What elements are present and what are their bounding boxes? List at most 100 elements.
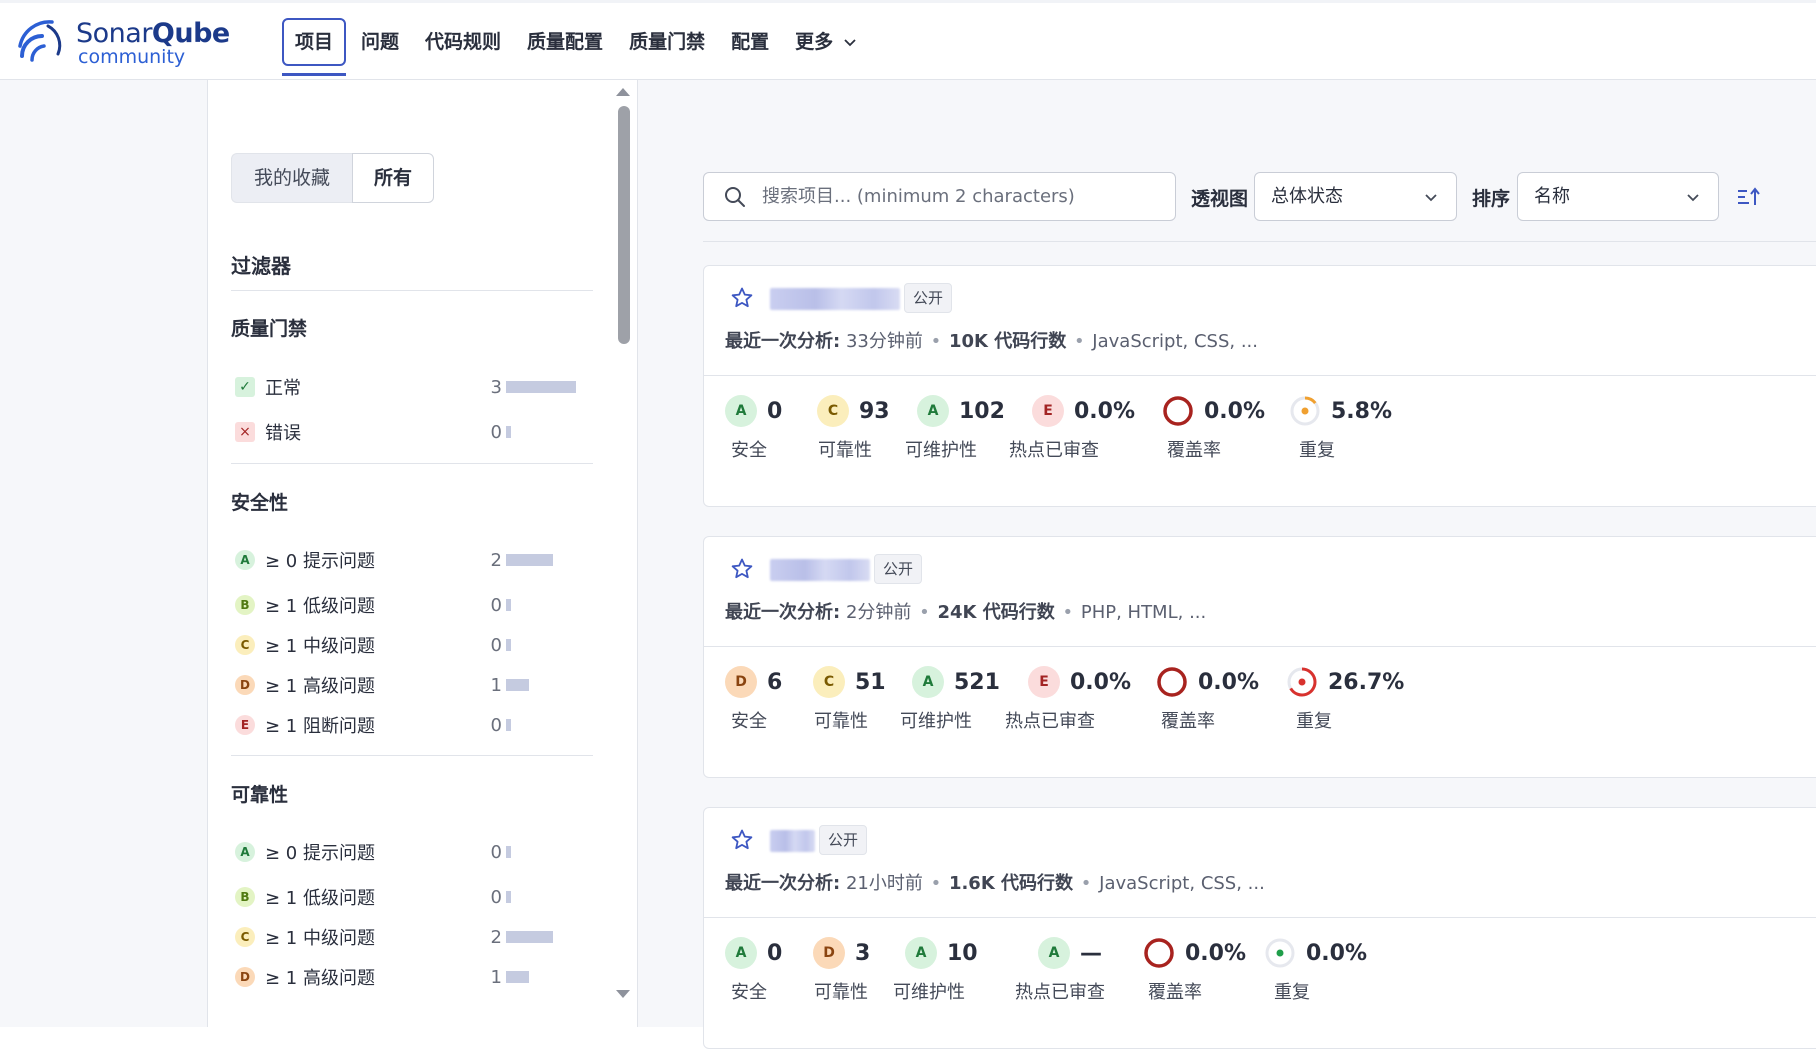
filter-count-bar	[506, 891, 511, 903]
scrollbar-thumb[interactable]	[618, 106, 630, 344]
languages: PHP, HTML, ...	[1080, 602, 1207, 623]
star-icon[interactable]	[730, 286, 754, 310]
security-rating-badge: A	[725, 395, 757, 427]
filter-security-a[interactable]: A ≥ 0 提示问题 2	[235, 546, 595, 574]
nav-issues[interactable]: 问题	[348, 18, 412, 66]
star-icon[interactable]	[730, 557, 754, 581]
filter-count-bar	[506, 554, 553, 566]
nav-quality-profiles[interactable]: 质量配置	[514, 18, 616, 66]
filter-reliability-b[interactable]: B ≥ 1 低级问题 0	[235, 883, 595, 911]
sort-select[interactable]: 名称	[1517, 172, 1719, 221]
rating-badge: C	[235, 927, 255, 947]
filter-reliability-a[interactable]: A ≥ 0 提示问题 0	[235, 838, 595, 866]
check-icon: ✓	[235, 377, 255, 397]
sort-direction-icon[interactable]	[1736, 186, 1762, 208]
hotspots-rating-badge: E	[1028, 666, 1060, 698]
hotspots-rating-badge: E	[1032, 395, 1064, 427]
search-input[interactable]	[762, 173, 1162, 220]
project-name-redacted[interactable]	[770, 559, 870, 581]
maintainability-value: 521	[954, 669, 1000, 695]
hotspots-label: 热点已审查	[1015, 982, 1105, 1003]
reliability-rating-badge: D	[813, 937, 845, 969]
duplication-ring-icon	[1290, 396, 1320, 426]
separator-dot: •	[930, 331, 942, 352]
filter-count: 3	[490, 376, 502, 398]
nav-quality-gates[interactable]: 质量门禁	[616, 18, 718, 66]
left-gutter	[0, 80, 208, 1027]
hotspots-value: —	[1080, 940, 1102, 966]
filter-label: ≥ 1 阻断问题	[265, 716, 375, 737]
hotspots-value: 0.0%	[1074, 398, 1136, 424]
card-divider	[704, 917, 1816, 918]
rating-badge: A	[235, 550, 255, 570]
filter-label: ≥ 1 中级问题	[265, 928, 375, 949]
rating-badge: D	[235, 967, 255, 987]
duplication-value: 5.8%	[1331, 398, 1393, 424]
all-toggle-button[interactable]: 所有	[352, 153, 434, 203]
languages: JavaScript, CSS, ...	[1092, 331, 1258, 352]
sort-label: 排序	[1472, 188, 1511, 210]
maintainability-rating-badge: A	[905, 937, 937, 969]
chevron-down-icon	[1425, 194, 1437, 202]
filter-reliability-d[interactable]: D ≥ 1 高级问题 1	[235, 963, 595, 991]
rating-badge: E	[235, 715, 255, 735]
visibility-badge: 公开	[874, 554, 923, 584]
perspective-select[interactable]: 总体状态	[1254, 172, 1457, 221]
hotspots-value: 0.0%	[1070, 669, 1132, 695]
coverage-ring-icon	[1144, 938, 1174, 968]
filter-count-bar	[506, 931, 553, 943]
maintainability-value: 10	[947, 940, 978, 966]
project-name-redacted[interactable]	[770, 288, 900, 310]
filter-security-e[interactable]: E ≥ 1 阻断问题 0	[235, 711, 595, 739]
quality-gate-filter-title: 质量门禁	[231, 318, 308, 340]
visibility-badge: 公开	[819, 825, 868, 855]
brand-edition: community	[78, 46, 186, 68]
brand-name-part2: Qube	[151, 18, 230, 49]
chevron-down-icon	[1687, 194, 1699, 202]
filter-count-bar	[506, 846, 511, 858]
nav-rules[interactable]: 代码规则	[412, 18, 514, 66]
filter-label: ≥ 1 低级问题	[265, 888, 375, 909]
project-name-redacted[interactable]	[770, 830, 815, 852]
analysis-time: 2分钟前	[845, 602, 912, 623]
project-analysis-meta: 最近一次分析: 33分钟前 • 10K 代码行数 • JavaScript, C…	[725, 327, 1258, 353]
security-rating-badge: D	[725, 666, 757, 698]
filter-security-d[interactable]: D ≥ 1 高级问题 1	[235, 671, 595, 699]
maintainability-label: 可维护性	[900, 711, 972, 732]
sonarqube-logo[interactable]: SonarQube community	[18, 16, 248, 68]
filter-count: 1	[490, 966, 502, 988]
filter-count-bar	[506, 679, 529, 691]
hotspots-label: 热点已审查	[1009, 440, 1099, 461]
filter-label: 错误	[265, 423, 301, 444]
filter-label: ≥ 1 高级问题	[265, 968, 375, 989]
star-icon[interactable]	[730, 828, 754, 852]
reliability-value: 93	[859, 398, 890, 424]
filter-label: ≥ 1 低级问题	[265, 596, 375, 617]
languages: JavaScript, CSS, ...	[1099, 873, 1265, 894]
favorites-toggle-button[interactable]: 我的收藏	[231, 153, 352, 203]
filter-security-b[interactable]: B ≥ 1 低级问题 0	[235, 591, 595, 619]
filter-count-bar	[506, 599, 511, 611]
filter-quality-gate-passed[interactable]: ✓ 正常 3	[235, 373, 595, 401]
duplication-label: 重复	[1274, 982, 1310, 1003]
filter-security-c[interactable]: C ≥ 1 中级问题 0	[235, 631, 595, 659]
project-analysis-meta: 最近一次分析: 21小时前 • 1.6K 代码行数 • JavaScript, …	[725, 869, 1265, 895]
filter-reliability-c[interactable]: C ≥ 1 中级问题 2	[235, 923, 595, 951]
coverage-label: 覆盖率	[1167, 440, 1221, 461]
separator-dot: •	[919, 602, 930, 623]
separator-dot: •	[1073, 331, 1085, 352]
section-divider	[231, 755, 593, 756]
filter-count-bar	[506, 639, 511, 651]
nav-projects[interactable]: 项目	[282, 18, 347, 76]
rating-badge: C	[235, 635, 255, 655]
nav-more-menu[interactable]: 更多	[782, 18, 870, 66]
scroll-down-arrow-icon[interactable]	[616, 990, 630, 998]
scroll-up-arrow-icon[interactable]	[616, 88, 630, 96]
separator-dot: •	[1080, 873, 1092, 894]
separator-dot: •	[930, 873, 942, 894]
top-accent-line	[0, 0, 1816, 3]
separator-dot: •	[1062, 602, 1074, 623]
hotspots-rating-badge: A	[1038, 937, 1070, 969]
nav-administration[interactable]: 配置	[718, 18, 782, 66]
filter-quality-gate-failed[interactable]: × 错误 0	[235, 418, 595, 446]
